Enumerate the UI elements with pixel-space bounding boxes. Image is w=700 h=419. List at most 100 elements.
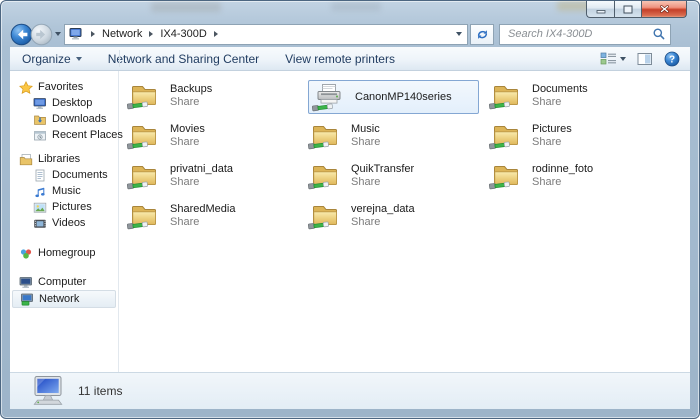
sidebar-item-desktop[interactable]: Desktop bbox=[10, 95, 118, 111]
search-input[interactable] bbox=[506, 27, 652, 41]
sidebar-item-music[interactable]: Music bbox=[10, 183, 118, 199]
shared-folder-icon bbox=[308, 119, 342, 151]
address-bar[interactable]: Network IX4-300D bbox=[64, 24, 468, 45]
address-history-dropdown-icon[interactable] bbox=[456, 32, 462, 36]
selection-box: CanonMP140series bbox=[308, 80, 479, 114]
shared-folder-icon bbox=[489, 119, 523, 151]
desktop-icon bbox=[33, 97, 47, 110]
help-button[interactable]: ? bbox=[664, 51, 680, 67]
breadcrumb-segment-device[interactable]: IX4-300D bbox=[160, 28, 206, 40]
sidebar-label: Downloads bbox=[52, 113, 106, 125]
item-name: verejna_data bbox=[351, 203, 415, 216]
item-music[interactable]: Music Share bbox=[308, 118, 489, 158]
item-name: Backups bbox=[170, 83, 212, 96]
item-pictures[interactable]: Pictures Share bbox=[489, 118, 670, 158]
shared-folder-icon bbox=[127, 79, 161, 111]
preview-pane-button[interactable] bbox=[637, 52, 653, 66]
network-sharing-center-label: Network and Sharing Center bbox=[108, 52, 259, 66]
refresh-icon bbox=[475, 27, 490, 42]
sidebar-item-videos[interactable]: Videos bbox=[10, 215, 118, 231]
sidebar-item-homegroup[interactable]: Homegroup bbox=[10, 245, 118, 261]
breadcrumb-arrow-icon bbox=[91, 31, 95, 37]
item-share-label: Share bbox=[351, 176, 414, 189]
downloads-icon bbox=[33, 113, 47, 126]
item-share-label: Share bbox=[532, 96, 588, 109]
item-name: privatni_data bbox=[170, 163, 233, 176]
breadcrumb-segment-network[interactable]: Network bbox=[102, 28, 142, 40]
sidebar-label: Desktop bbox=[52, 97, 92, 109]
network-location-icon bbox=[69, 27, 84, 41]
sidebar-label: Recent Places bbox=[52, 129, 123, 141]
item-privatni-data[interactable]: privatni_data Share bbox=[127, 158, 308, 198]
item-sharedmedia[interactable]: SharedMedia Share bbox=[127, 198, 308, 238]
shared-folder-icon bbox=[308, 159, 342, 191]
item-share-label: Share bbox=[170, 136, 205, 149]
item-name: Documents bbox=[532, 83, 588, 96]
item-name: rodinne_foto bbox=[532, 163, 593, 176]
items-grid: Backups Share CanonMP140series Documents… bbox=[127, 78, 690, 238]
minimize-button[interactable] bbox=[586, 1, 614, 18]
shared-folder-icon bbox=[127, 199, 161, 231]
item-name: QuikTransfer bbox=[351, 163, 414, 176]
sidebar-item-documents[interactable]: Documents bbox=[10, 167, 118, 183]
item-share-label: Share bbox=[532, 136, 572, 149]
sidebar-label: Computer bbox=[38, 276, 86, 288]
forward-button[interactable] bbox=[30, 23, 53, 46]
navigation-bar: Network IX4-300D bbox=[10, 21, 690, 47]
sidebar-label: Documents bbox=[52, 169, 108, 181]
item-name: Pictures bbox=[532, 123, 572, 136]
sidebar-item-favorites[interactable]: Favorites bbox=[10, 79, 118, 95]
network-icon bbox=[20, 293, 34, 306]
item-quiktransfer[interactable]: QuikTransfer Share bbox=[308, 158, 489, 198]
item-share-label: Share bbox=[351, 216, 415, 229]
sidebar-item-recent-places[interactable]: Recent Places bbox=[10, 127, 118, 143]
shared-folder-icon bbox=[127, 119, 161, 151]
sidebar-label: Videos bbox=[52, 217, 85, 229]
recent-pages-dropdown-icon[interactable] bbox=[55, 32, 61, 36]
item-verejna-data[interactable]: verejna_data Share bbox=[308, 198, 489, 238]
sidebar-item-libraries[interactable]: Libraries bbox=[10, 151, 118, 167]
shared-folder-icon bbox=[489, 159, 523, 191]
shared-printer-icon bbox=[312, 81, 346, 113]
item-share-label: Share bbox=[170, 96, 212, 109]
organize-dropdown-icon bbox=[76, 57, 82, 61]
network-sharing-center-button[interactable]: Network and Sharing Center bbox=[108, 52, 259, 66]
item-movies[interactable]: Movies Share bbox=[127, 118, 308, 158]
preview-pane-icon bbox=[637, 52, 653, 66]
search-icon[interactable] bbox=[652, 27, 666, 41]
organize-menu-button[interactable]: Organize bbox=[22, 52, 82, 66]
shared-folder-icon bbox=[127, 159, 161, 191]
sidebar-item-downloads[interactable]: Downloads bbox=[10, 111, 118, 127]
sidebar-label: Libraries bbox=[38, 153, 80, 165]
organize-label: Organize bbox=[22, 52, 71, 66]
sidebar-item-computer[interactable]: Computer bbox=[10, 274, 118, 290]
refresh-button[interactable] bbox=[470, 24, 494, 45]
explorer-body: Favorites Desktop bbox=[10, 71, 690, 372]
details-pane: 11 items bbox=[10, 372, 690, 409]
homegroup-icon bbox=[19, 247, 33, 260]
music-icon bbox=[33, 185, 47, 198]
breadcrumb-arrow-icon bbox=[149, 31, 153, 37]
videos-icon bbox=[33, 217, 47, 230]
svg-text:?: ? bbox=[669, 54, 675, 65]
close-button[interactable] bbox=[641, 1, 687, 18]
item-backups[interactable]: Backups Share bbox=[127, 78, 308, 118]
item-documents[interactable]: Documents Share bbox=[489, 78, 670, 118]
navigation-pane: Favorites Desktop bbox=[10, 71, 119, 372]
view-remote-printers-button[interactable]: View remote printers bbox=[285, 52, 395, 66]
close-icon bbox=[659, 4, 670, 14]
glass-smudge bbox=[151, 2, 221, 12]
explorer-window: Network IX4-300D bbox=[0, 0, 700, 419]
item-rodinne-foto[interactable]: rodinne_foto Share bbox=[489, 158, 670, 198]
sidebar-label: Network bbox=[39, 293, 79, 305]
shared-folder-icon bbox=[308, 199, 342, 231]
toolbar-divider bbox=[119, 50, 120, 67]
libraries-icon bbox=[19, 153, 33, 166]
sidebar-item-network[interactable]: Network bbox=[12, 290, 116, 308]
change-view-button[interactable] bbox=[600, 51, 626, 66]
sidebar-item-pictures[interactable]: Pictures bbox=[10, 199, 118, 215]
item-canonmp140series[interactable]: CanonMP140series bbox=[308, 78, 489, 118]
maximize-button[interactable] bbox=[614, 1, 641, 18]
minimize-icon bbox=[596, 5, 606, 14]
documents-icon bbox=[33, 169, 47, 182]
